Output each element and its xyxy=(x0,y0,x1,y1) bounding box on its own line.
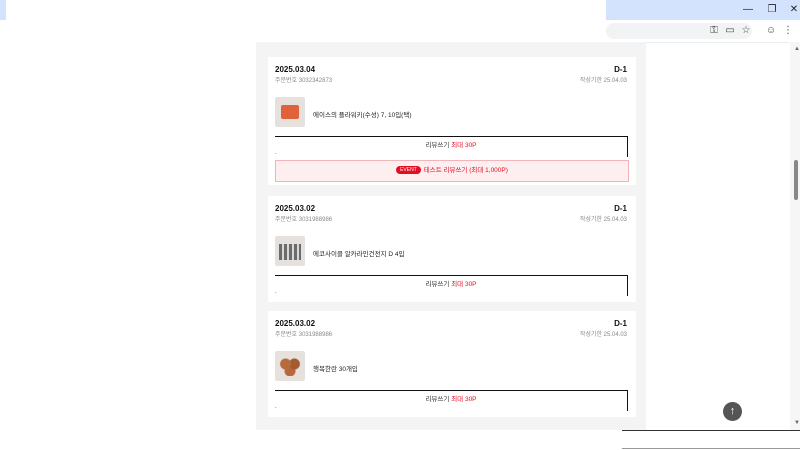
write-review-button[interactable]: 리뷰쓰기 최대 30P xyxy=(275,136,628,157)
order-number: 주문번호 3032342873 xyxy=(275,78,333,84)
event-review-button[interactable]: EVENT 테스트 리뷰쓰기 (최대 1,000P) xyxy=(275,160,629,182)
write-review-label: 리뷰쓰기 xyxy=(425,281,450,288)
order-date: 2025.03.02 xyxy=(275,319,316,328)
menu-dots-icon[interactable]: ⋮ xyxy=(781,24,795,38)
title-bar: — ❐ ✕ xyxy=(606,0,800,20)
write-review-button[interactable]: 리뷰쓰기 최대 30P xyxy=(275,390,628,411)
write-review-points: 최대 30P xyxy=(451,281,477,288)
minimize-icon[interactable]: — xyxy=(738,3,758,17)
order-date: 2025.03.02 xyxy=(275,204,316,213)
product-name[interactable]: 에코사이클 알카라인건전지 D 4입 xyxy=(313,248,404,258)
write-review-label: 리뷰쓰기 xyxy=(425,396,450,403)
event-review-label: 테스트 리뷰쓰기 xyxy=(423,167,470,174)
order-number: 주문번호 3031988986 xyxy=(275,332,333,338)
order-number: 주문번호 3031988986 xyxy=(275,217,333,223)
event-tag: EVENT xyxy=(396,166,421,175)
review-deadline: 작성기한 25.04.03 xyxy=(579,217,627,223)
review-deadline: 작성기한 25.04.03 xyxy=(579,332,627,338)
event-review-points: (최대 1,000P) xyxy=(469,167,508,174)
close-icon[interactable]: ✕ xyxy=(784,3,800,17)
product-thumbnail[interactable] xyxy=(275,351,305,381)
scrollbar-thumb[interactable] xyxy=(794,160,798,200)
restore-icon[interactable]: ❐ xyxy=(762,3,782,17)
product-thumbnail[interactable] xyxy=(275,97,305,127)
profile-icon[interactable]: ☺ xyxy=(764,24,778,38)
order-card: 2025.03.04 D-1 주문번호 3032342873 작성기한 25.0… xyxy=(268,57,636,185)
write-review-button[interactable]: 리뷰쓰기 최대 30P xyxy=(275,275,628,296)
cast-icon[interactable]: ▭ xyxy=(723,24,737,38)
d-day-badge: D-1 xyxy=(614,65,627,74)
divider-line xyxy=(622,448,800,449)
write-review-points: 최대 30P xyxy=(451,396,477,403)
d-day-badge: D-1 xyxy=(614,204,627,213)
page-scrollbar[interactable] xyxy=(790,42,800,430)
product-name[interactable]: 에이스의 플라워키(수성) 7, 10입(택) xyxy=(313,109,412,119)
order-card: 2025.03.02 D-1 주문번호 3031988986 작성기한 25.0… xyxy=(268,311,636,417)
d-day-badge: D-1 xyxy=(614,319,627,328)
divider-dot: . xyxy=(275,289,277,295)
order-date: 2025.03.04 xyxy=(275,65,316,74)
product-name[interactable]: 행복한란 30개입 xyxy=(313,363,358,373)
divider-dot: . xyxy=(275,150,277,156)
divider-line xyxy=(622,430,800,431)
arrow-up-icon[interactable]: ↑ xyxy=(723,402,742,421)
tab-strip-edge xyxy=(0,0,6,20)
bookmark-star-icon[interactable]: ☆ xyxy=(739,24,753,38)
browser-toolbar: ⚿ ▭ ☆ ☺ ⋮ xyxy=(606,20,800,43)
write-review-points: 최대 30P xyxy=(451,142,477,149)
product-thumbnail[interactable] xyxy=(275,236,305,266)
write-review-label: 리뷰쓰기 xyxy=(425,142,450,149)
scroll-down-arrow-icon[interactable]: ▼ xyxy=(794,420,800,426)
key-icon[interactable]: ⚿ xyxy=(707,24,721,38)
review-deadline: 작성기한 25.04.03 xyxy=(579,78,627,84)
order-card: 2025.03.02 D-1 주문번호 3031988986 작성기한 25.0… xyxy=(268,196,636,302)
divider-dot: . xyxy=(275,404,277,410)
scroll-up-arrow-icon[interactable]: ▲ xyxy=(794,46,800,52)
